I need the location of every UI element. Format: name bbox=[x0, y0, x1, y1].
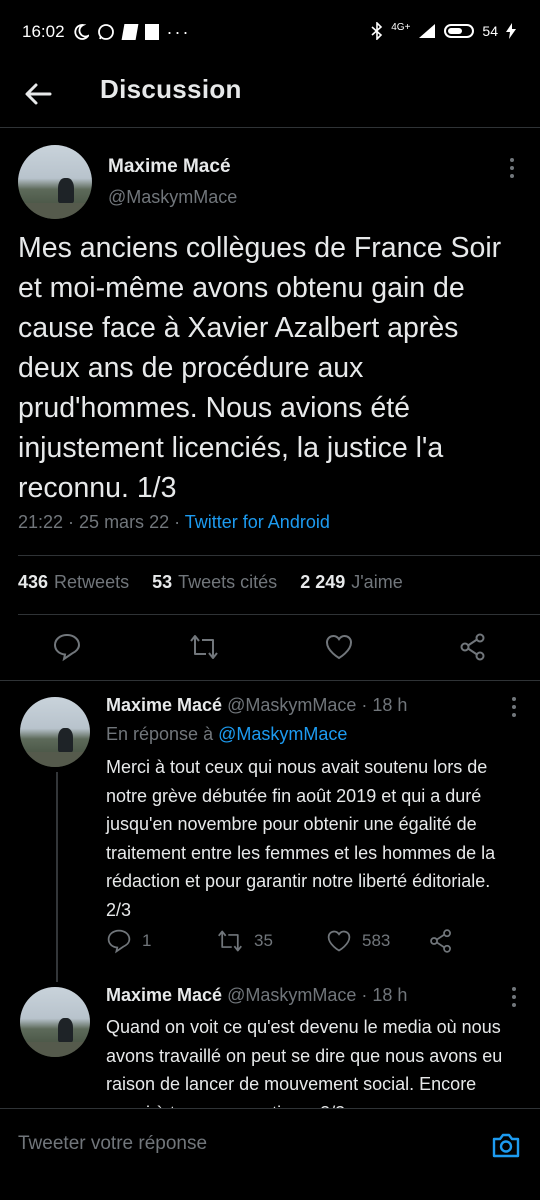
whatsapp-icon bbox=[97, 24, 114, 40]
author-name[interactable]: Maxime Macé bbox=[106, 695, 222, 715]
retweet-icon bbox=[218, 930, 242, 952]
reply-button[interactable]: 1 bbox=[106, 928, 151, 954]
back-arrow-icon[interactable] bbox=[22, 78, 54, 110]
tweet-text: Mes anciens collègues de France Soir et … bbox=[18, 232, 502, 504]
divider bbox=[0, 127, 540, 128]
author-handle[interactable]: @MaskymMace bbox=[227, 695, 356, 715]
more-icon[interactable] bbox=[509, 158, 515, 180]
tweet-text: Quand on voit ce qu'est devenu le media … bbox=[106, 1017, 503, 1108]
quotes-count: 53 bbox=[152, 572, 173, 592]
reply-actions: 1 35 583 bbox=[106, 928, 526, 958]
divider bbox=[18, 614, 540, 615]
bluetooth-icon bbox=[371, 22, 383, 40]
author-handle[interactable]: @MaskymMace bbox=[227, 985, 356, 1005]
share-icon[interactable] bbox=[458, 632, 488, 662]
tweet-stats: 436 Retweets 53 Tweets cités 2 249 J'aime bbox=[18, 572, 421, 593]
tweet-meta: 21:22 · 25 mars 22 · Twitter for Android bbox=[18, 512, 330, 533]
more-icon[interactable] bbox=[511, 697, 517, 719]
tweet-age: · 18 h bbox=[361, 985, 408, 1005]
more-icon[interactable] bbox=[511, 987, 517, 1009]
avatar[interactable] bbox=[20, 987, 90, 1057]
likes-label: J'aime bbox=[351, 572, 403, 592]
reply-icon bbox=[107, 929, 131, 954]
charging-icon bbox=[506, 23, 516, 39]
battery-level: 54 bbox=[482, 23, 498, 39]
system-nav-bar bbox=[0, 1180, 540, 1200]
reply-header: Maxime Macé @MaskymMace · 18 h bbox=[106, 695, 407, 716]
author-name[interactable]: Maxime Macé bbox=[108, 156, 231, 178]
moon-icon bbox=[73, 24, 89, 40]
like-icon bbox=[327, 930, 351, 952]
notification-icon bbox=[144, 24, 159, 40]
reply-composer: Tweeter votre réponse bbox=[0, 1108, 540, 1180]
retweet-count: 35 bbox=[254, 931, 273, 950]
tweet-source-link[interactable]: Twitter for Android bbox=[185, 512, 330, 532]
main-actions bbox=[0, 632, 540, 668]
reply-header: Maxime Macé @MaskymMace · 18 h bbox=[106, 985, 407, 1006]
author-name[interactable]: Maxime Macé bbox=[106, 985, 222, 1005]
network-type: 4G+ bbox=[391, 21, 411, 33]
more-notifications-icon: ··· bbox=[166, 22, 191, 42]
top-bar: Discussion bbox=[0, 64, 540, 126]
likes-stat[interactable]: 2 249 J'aime bbox=[300, 572, 403, 592]
quotes-stat[interactable]: 53 Tweets cités bbox=[152, 572, 277, 592]
battery-icon bbox=[444, 24, 475, 38]
like-icon[interactable] bbox=[324, 632, 354, 662]
reply-input[interactable]: Tweeter votre réponse bbox=[18, 1133, 207, 1155]
retweets-count: 436 bbox=[18, 572, 49, 592]
reply-icon[interactable] bbox=[52, 632, 82, 662]
retweets-label: Retweets bbox=[54, 572, 130, 592]
reply-to-line: En réponse à @MaskymMace bbox=[106, 724, 347, 745]
retweet-button[interactable]: 35 bbox=[216, 928, 273, 954]
avatar[interactable] bbox=[18, 145, 92, 219]
avatar[interactable] bbox=[20, 697, 90, 767]
thread-line bbox=[56, 772, 58, 982]
status-time: 16:02 bbox=[22, 22, 65, 41]
reply-to-prefix: En réponse à bbox=[106, 724, 214, 744]
tweet-age: · 18 h bbox=[361, 695, 408, 715]
page-title: Discussion bbox=[100, 74, 242, 104]
signal-icon bbox=[419, 24, 436, 38]
divider bbox=[18, 555, 540, 556]
like-count: 583 bbox=[362, 931, 391, 950]
status-bar: 16:02 ··· 4G+ 54 bbox=[0, 0, 540, 64]
reply-count: 1 bbox=[142, 931, 152, 950]
like-button[interactable]: 583 bbox=[326, 928, 390, 954]
quotes-label: Tweets cités bbox=[178, 572, 278, 592]
retweets-stat[interactable]: 436 Retweets bbox=[18, 572, 129, 592]
tweet-text: Merci à tout ceux qui nous avait soutenu… bbox=[106, 757, 496, 920]
likes-count: 2 249 bbox=[300, 572, 346, 592]
share-icon[interactable] bbox=[428, 928, 454, 954]
retweet-icon[interactable] bbox=[188, 632, 220, 662]
tweet-timestamp: 21:22 · 25 mars 22 · bbox=[18, 512, 181, 532]
camera-icon[interactable] bbox=[490, 1129, 522, 1161]
divider bbox=[0, 680, 540, 681]
reply-to-handle[interactable]: @MaskymMace bbox=[218, 724, 347, 744]
notification-icon bbox=[121, 24, 138, 40]
author-handle[interactable]: @MaskymMace bbox=[108, 187, 237, 208]
